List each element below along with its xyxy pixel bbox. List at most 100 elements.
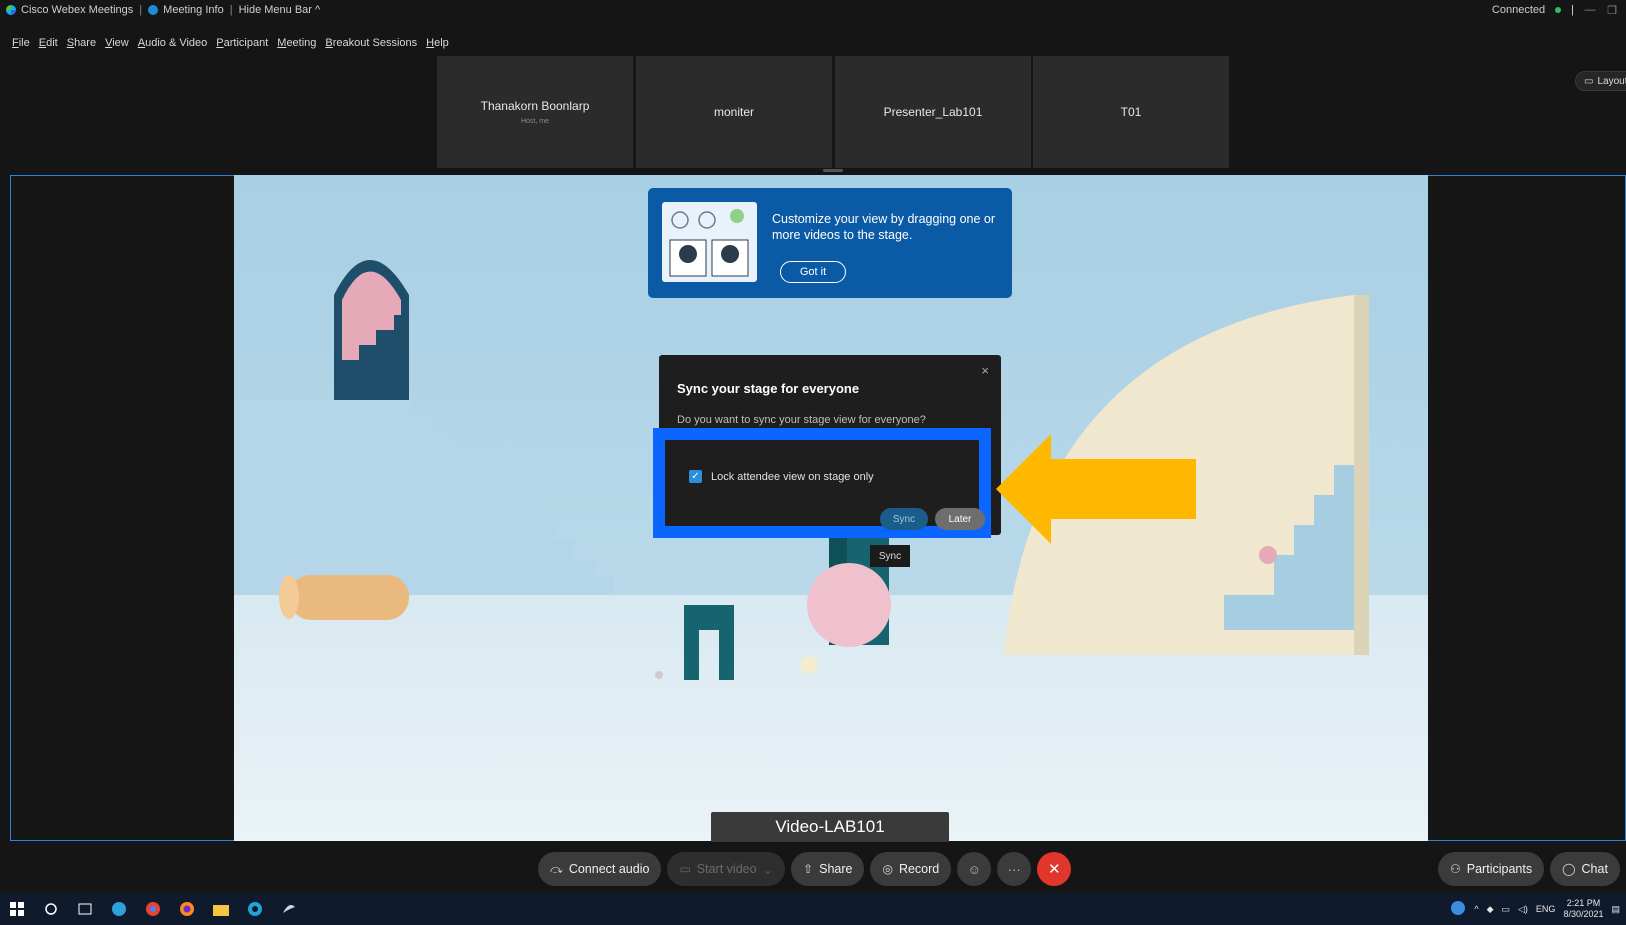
paint-icon[interactable] <box>272 893 306 925</box>
start-video-label: Start video <box>696 862 757 876</box>
info-icon <box>148 5 159 15</box>
shield-icon[interactable]: ◆ <box>1487 904 1494 915</box>
record-label: Record <box>898 862 940 876</box>
highlighted-options-box: ✓ Lock attendee view on stage only Sync … <box>653 428 991 538</box>
minimize-icon[interactable]: — <box>1584 4 1596 16</box>
clock-date: 8/30/2021 <box>1563 909 1604 919</box>
meeting-info-link[interactable]: Meeting Info <box>148 4 224 16</box>
help-icon[interactable] <box>1450 900 1466 918</box>
meeting-info-label: Meeting Info <box>163 4 224 16</box>
menu-file[interactable]: File <box>12 37 30 53</box>
menu-view[interactable]: View <box>105 37 129 53</box>
notification-icon[interactable]: ▤ <box>1611 904 1620 915</box>
menu-audio-video[interactable]: Audio & Video <box>138 37 208 53</box>
restore-icon[interactable]: ❐ <box>1606 4 1618 17</box>
tip-message: Customize your view by dragging one or m… <box>772 212 996 242</box>
menu-breakout-sessions[interactable]: Breakout Sessions <box>325 37 417 53</box>
participant-tile[interactable]: Thanakorn Boonlarp Host, me <box>437 56 633 168</box>
windows-start-icon[interactable] <box>0 893 34 925</box>
title-bar-right: Connected | — ❐ <box>1492 0 1618 20</box>
video-icon: ▭ <box>679 862 691 876</box>
more-options-button[interactable]: ··· <box>997 852 1032 886</box>
layout-icon: ▭ <box>1584 75 1594 87</box>
participant-name: Thanakorn Boonlarp <box>480 99 590 113</box>
task-view-icon[interactable] <box>68 893 102 925</box>
filmstrip-resize-handle[interactable] <box>823 169 843 172</box>
title-separator: | <box>139 4 143 16</box>
got-it-button[interactable]: Got it <box>780 261 846 283</box>
checkbox-checked-icon[interactable]: ✓ <box>689 470 702 483</box>
webex-logo-icon <box>6 5 16 15</box>
connection-status: Connected <box>1491 4 1546 16</box>
system-tray: ^ ◆ ▭ ◁) ENG 2:21 PM 8/30/2021 ▤ <box>1450 893 1620 925</box>
connect-audio-button[interactable]: ⤼ Connect audio <box>538 852 662 886</box>
webex-taskbar-icon[interactable] <box>238 893 272 925</box>
language-indicator[interactable]: ENG <box>1536 904 1556 914</box>
participants-icon: ⚇ <box>1450 862 1461 876</box>
panel-controls: ⚇ Participants ◯ Chat <box>1438 851 1620 887</box>
search-icon[interactable] <box>34 893 68 925</box>
menu-edit[interactable]: Edit <box>39 37 58 53</box>
start-video-button[interactable]: ▭ Start video ⌄ <box>667 852 786 886</box>
annotation-arrow-icon <box>996 434 1196 544</box>
participant-name: T01 <box>1120 105 1142 119</box>
menu-bar: File Edit Share View Audio & Video Parti… <box>0 37 449 53</box>
chat-button[interactable]: ◯ Chat <box>1550 852 1620 886</box>
sync-tooltip: Sync <box>870 545 910 567</box>
clock[interactable]: 2:21 PM 8/30/2021 <box>1563 898 1603 920</box>
title-separator: | <box>229 4 233 16</box>
file-explorer-icon[interactable] <box>204 893 238 925</box>
menu-share[interactable]: Share <box>67 37 96 53</box>
dialog-title: Sync your stage for everyone <box>677 381 860 396</box>
menu-participant[interactable]: Participant <box>216 37 268 53</box>
share-icon: ⇧ <box>803 862 814 876</box>
meeting-controls: ⤼ Connect audio ▭ Start video ⌄ ⇧ Share … <box>538 851 1072 887</box>
later-button[interactable]: Later <box>935 508 985 530</box>
share-button[interactable]: ⇧ Share <box>791 852 865 886</box>
end-meeting-button[interactable]: ✕ <box>1037 852 1072 886</box>
app-name: Cisco Webex Meetings <box>21 4 134 16</box>
record-button[interactable]: ◎ Record <box>870 852 952 886</box>
menu-meeting[interactable]: Meeting <box>277 37 316 53</box>
participant-tile[interactable]: Presenter_Lab101 <box>835 56 1031 168</box>
lock-attendee-view-label: Lock attendee view on stage only <box>711 470 874 483</box>
chevron-down-icon: ⌄ <box>762 862 774 877</box>
share-label: Share <box>819 862 853 876</box>
webex-window: Cisco Webex Meetings | Meeting Info | Hi… <box>0 0 1626 925</box>
more-icon: ··· <box>1007 861 1021 877</box>
volume-icon[interactable]: ◁) <box>1518 904 1528 915</box>
title-bar: Cisco Webex Meetings | Meeting Info | Hi… <box>0 0 1626 20</box>
title-divider: | <box>1571 4 1574 16</box>
close-icon: ✕ <box>1047 861 1061 878</box>
smiley-icon: ☺ <box>967 861 981 877</box>
chat-icon: ◯ <box>1562 862 1576 876</box>
audio-connect-icon: ⤼ <box>550 861 563 876</box>
participant-name: Presenter_Lab101 <box>883 105 983 119</box>
participant-role: Host, me <box>520 118 549 125</box>
edge-icon[interactable] <box>102 893 136 925</box>
dialog-question: Do you want to sync your stage view for … <box>677 414 926 426</box>
close-icon[interactable]: × <box>981 363 989 378</box>
stage-video-name-tag: Video-LAB101 <box>711 812 949 842</box>
lock-attendee-view-option[interactable]: ✓ Lock attendee view on stage only <box>689 470 874 483</box>
video-tiles-illustration <box>662 202 757 282</box>
chevron-up-icon[interactable]: ^ <box>1474 904 1478 914</box>
participants-label: Participants <box>1466 862 1533 876</box>
clock-time: 2:21 PM <box>1566 898 1601 908</box>
reactions-button[interactable]: ☺ <box>957 852 992 886</box>
participant-tile[interactable]: moniter <box>636 56 832 168</box>
menu-help[interactable]: Help <box>426 37 449 53</box>
chat-label: Chat <box>1581 862 1608 876</box>
network-icon[interactable]: ▭ <box>1501 904 1510 915</box>
hide-menu-bar-button[interactable]: Hide Menu Bar ^ <box>239 4 321 16</box>
participant-tile[interactable]: T01 <box>1033 56 1229 168</box>
record-icon: ◎ <box>882 862 893 876</box>
firefox-icon[interactable] <box>170 893 204 925</box>
participants-button[interactable]: ⚇ Participants <box>1438 852 1545 886</box>
layout-label: Layout <box>1597 75 1626 87</box>
layout-button[interactable]: ▭ Layout <box>1575 71 1626 91</box>
chrome-icon[interactable] <box>136 893 170 925</box>
connect-audio-label: Connect audio <box>568 862 650 876</box>
sync-button[interactable]: Sync <box>880 508 928 530</box>
customize-view-tip: Customize your view by dragging one or m… <box>648 188 1012 298</box>
